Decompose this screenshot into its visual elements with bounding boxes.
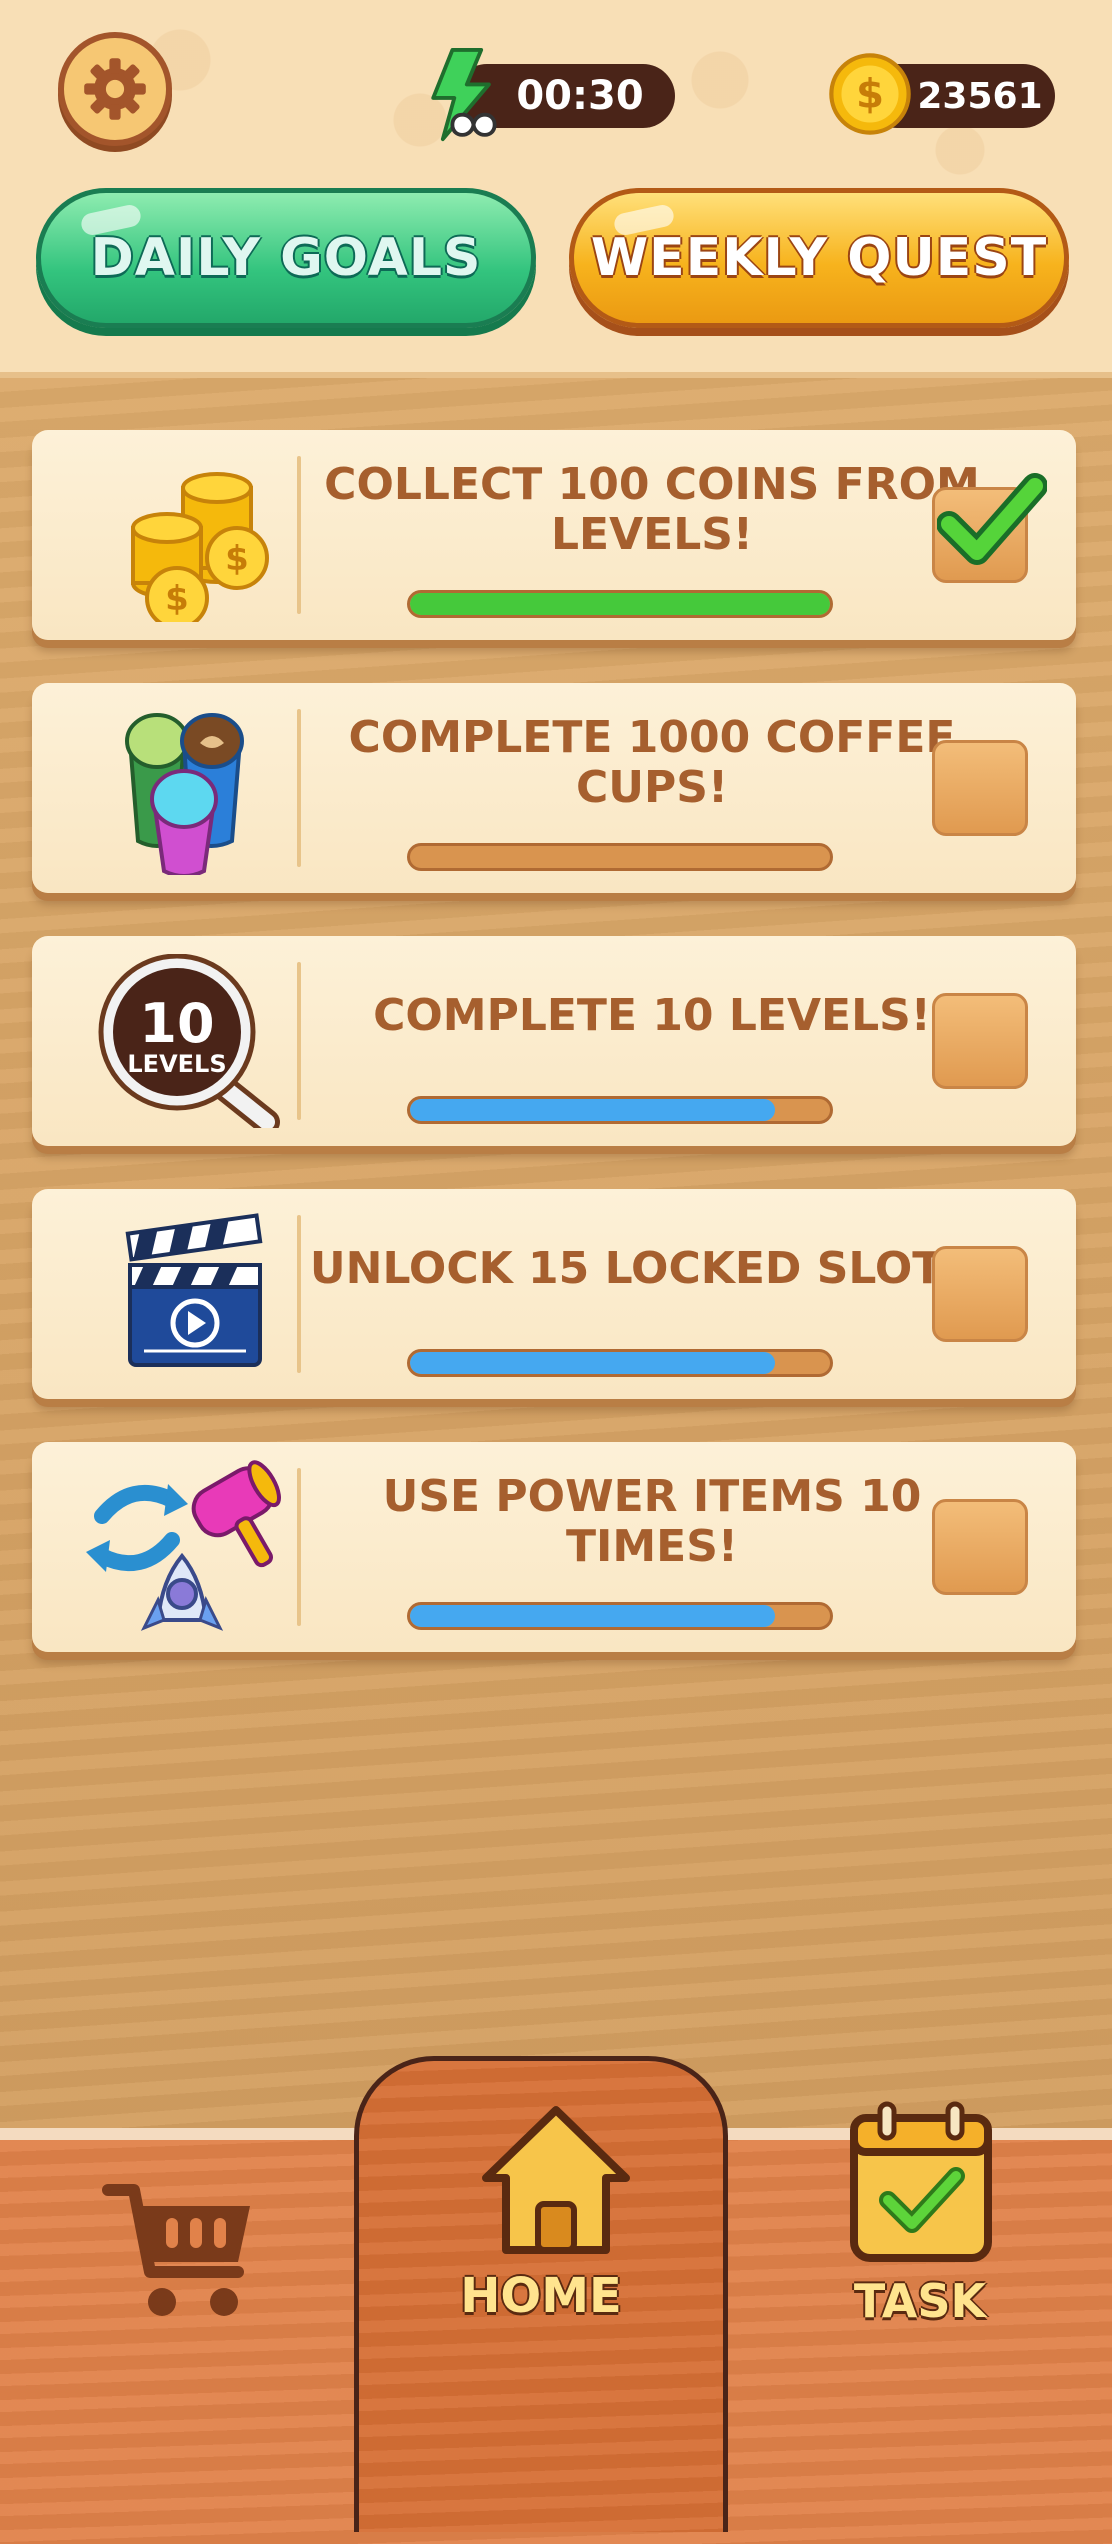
- nav-task-label: TASK: [853, 2274, 987, 2328]
- divider: [297, 1215, 301, 1373]
- divider: [297, 456, 301, 614]
- goal-title: COMPLETE 1000 COFFEE CUPS!: [348, 712, 956, 813]
- levels-magnifier-icon: 10 LEVELS: [98, 954, 280, 1128]
- progress-fill: [410, 1352, 776, 1374]
- calendar-check-icon[interactable]: [846, 2100, 996, 2268]
- goal-card: COMPLETE 1000 COFFEE CUPS!: [32, 683, 1076, 893]
- timer-text: 00:30: [516, 73, 644, 119]
- coffee-cups-icon: [125, 713, 244, 875]
- svg-text:$: $: [225, 539, 249, 579]
- checkmark-icon: [937, 473, 1047, 565]
- goal-title: COLLECT 100 COINS FROM LEVELS!: [324, 459, 980, 560]
- goal-card: 10 LEVELS COMPLETE 10 LEVELS!: [32, 936, 1076, 1146]
- tab-weekly-quest[interactable]: WEEKLY QUEST: [569, 188, 1069, 328]
- goal-checkbox[interactable]: [932, 993, 1028, 1089]
- progress-fill: [410, 593, 830, 615]
- progress-bar: [407, 1349, 833, 1377]
- progress-fill: [410, 1099, 776, 1121]
- goal-card: UNLOCK 15 LOCKED SLOTS!: [32, 1189, 1076, 1399]
- power-items-icon: [86, 1460, 281, 1631]
- progress-bar: [407, 843, 833, 871]
- levels-text: LEVELS: [127, 1050, 226, 1078]
- shopping-cart-icon[interactable]: [100, 2176, 260, 2326]
- goal-title: UNLOCK 15 LOCKED SLOTS!: [309, 1243, 995, 1294]
- goal-checkbox[interactable]: [932, 1499, 1028, 1595]
- svg-text:$: $: [856, 70, 884, 117]
- progress-bar: [407, 1096, 833, 1124]
- goal-card: USE POWER ITEMS 10 TIMES!: [32, 1442, 1076, 1652]
- divider: [297, 709, 301, 867]
- coin-stack-icon: $ $: [131, 472, 269, 622]
- divider: [297, 1468, 301, 1626]
- goal-title: COMPLETE 10 LEVELS!: [373, 990, 931, 1041]
- goal-card: $ $ COLLECT 100 COINS FROM LEVELS!: [32, 430, 1076, 640]
- gear-icon: [84, 58, 146, 120]
- home-icon: [482, 2106, 630, 2254]
- tab-daily-label: DAILY GOALS: [90, 228, 482, 288]
- progress-bar: [407, 590, 833, 618]
- clapperboard-icon: [125, 1213, 263, 1367]
- goal-checkbox[interactable]: [932, 1246, 1028, 1342]
- lightning-infinite-icon: [431, 48, 497, 142]
- settings-button[interactable]: [58, 32, 172, 146]
- tab-weekly-label: WEEKLY QUEST: [590, 228, 1048, 288]
- tab-daily-goals[interactable]: DAILY GOALS: [36, 188, 536, 328]
- coin-icon: $: [829, 53, 911, 135]
- coin-count: 23561: [917, 75, 1043, 117]
- svg-text:$: $: [165, 579, 189, 619]
- goal-title: USE POWER ITEMS 10 TIMES!: [382, 1471, 922, 1572]
- levels-number: 10: [139, 992, 214, 1055]
- progress-fill: [410, 1605, 776, 1627]
- divider: [297, 962, 301, 1120]
- nav-home-label: HOME: [460, 2268, 622, 2324]
- progress-bar: [407, 1602, 833, 1630]
- goal-checkbox[interactable]: [932, 740, 1028, 836]
